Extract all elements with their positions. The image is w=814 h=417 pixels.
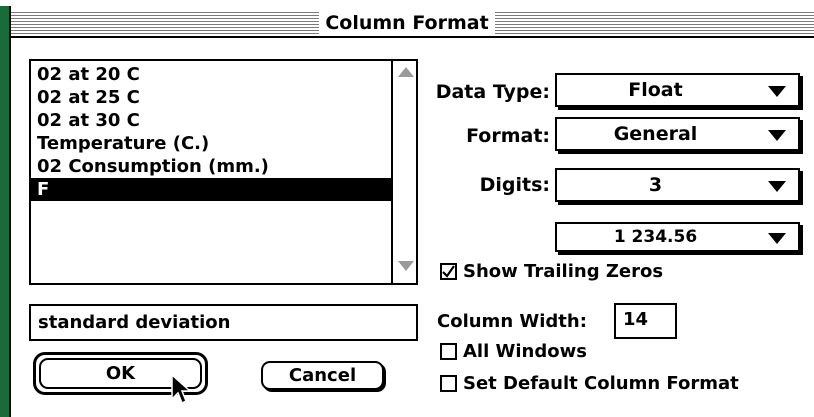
popup-arrow-icon bbox=[768, 181, 786, 192]
desktop-background bbox=[0, 0, 9, 417]
column-width-field[interactable]: 14 bbox=[614, 303, 677, 339]
mouse-pointer-icon bbox=[171, 373, 192, 405]
popup-arrow-icon bbox=[768, 233, 786, 244]
all-windows-checkbox[interactable] bbox=[440, 343, 457, 360]
list-scrollbar[interactable] bbox=[391, 61, 416, 283]
scroll-down-arrow-icon[interactable] bbox=[398, 261, 414, 271]
format-label: Format: bbox=[466, 125, 550, 147]
data-type-label: Data Type: bbox=[435, 81, 550, 103]
digits-popup[interactable]: 3 bbox=[555, 168, 800, 202]
checkmark-icon bbox=[442, 265, 455, 278]
column-list[interactable]: 02 at 20 C 02 at 25 C 02 at 30 C Tempera… bbox=[29, 59, 418, 285]
window-title: Column Format bbox=[0, 10, 814, 38]
set-default-checkbox[interactable] bbox=[440, 375, 457, 392]
format-value: General bbox=[613, 123, 698, 145]
data-type-value: Float bbox=[628, 79, 683, 101]
column-width-label: Column Width: bbox=[437, 311, 587, 332]
digits-value: 3 bbox=[648, 174, 663, 196]
set-default-label[interactable]: Set Default Column Format bbox=[463, 372, 739, 396]
list-item[interactable]: 02 at 30 C bbox=[35, 109, 391, 132]
format-popup[interactable]: General bbox=[555, 117, 800, 151]
list-item[interactable]: 02 Consumption (mm.) bbox=[35, 155, 391, 178]
popup-arrow-icon bbox=[768, 130, 786, 141]
digits-label: Digits: bbox=[479, 174, 550, 196]
list-item[interactable]: 02 at 25 C bbox=[35, 86, 391, 109]
column-name-field[interactable]: standard deviation bbox=[29, 304, 418, 341]
all-windows-label[interactable]: All Windows bbox=[463, 340, 587, 364]
number-style-popup[interactable]: 1 234.56 bbox=[555, 222, 800, 252]
show-trailing-zeros-checkbox[interactable] bbox=[440, 263, 457, 280]
scroll-up-arrow-icon[interactable] bbox=[398, 67, 414, 77]
list-item[interactable]: 02 at 20 C bbox=[35, 63, 391, 86]
number-style-value: 1 234.56 bbox=[613, 227, 698, 247]
popup-arrow-icon bbox=[768, 86, 786, 97]
data-type-popup[interactable]: Float bbox=[555, 73, 800, 107]
show-trailing-zeros-label[interactable]: Show Trailing Zeros bbox=[463, 260, 663, 284]
cancel-button[interactable]: Cancel bbox=[261, 361, 384, 390]
list-item-selected[interactable]: F bbox=[31, 178, 392, 201]
list-item[interactable]: Temperature (C.) bbox=[35, 132, 391, 155]
